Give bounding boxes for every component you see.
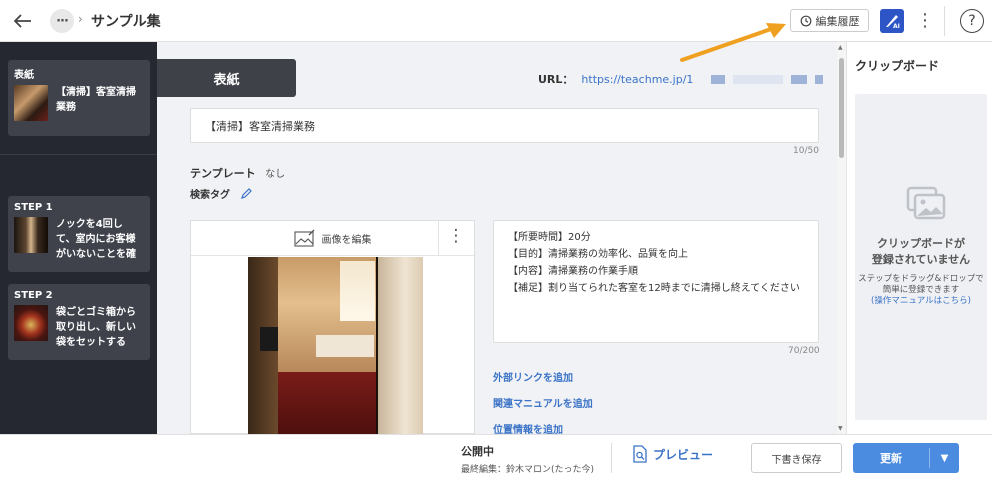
clipboard-hint-line: 簡単に登録できます [882,285,960,295]
redacted-block [815,74,824,84]
image-menu-button[interactable]: ⋮ [446,226,466,246]
help-button[interactable]: ? [960,9,984,33]
template-label: テンプレート [190,167,256,180]
clipboard-panel: クリップボード クリップボードが 登録されていません ステップをドラッグ&ドロッ… [846,42,992,434]
save-draft-label: 下書き保存 [771,454,822,466]
add-location-link[interactable]: 位置情報を追加 [493,421,563,434]
clipboard-empty-line: クリップボードが [877,237,965,250]
step-text-line: て、室内にお客様 [56,234,136,245]
url-link[interactable]: https://teachme.jp/1 [581,73,693,86]
step-thumbnail [14,305,48,341]
image-edit-button[interactable]: 画像を編集 ⋮ [191,221,474,256]
save-draft-button[interactable]: 下書き保存 [751,443,842,473]
cover-thumbnail [14,85,48,121]
edit-history-button[interactable]: 編集履歴 [790,9,869,32]
redacted-block [711,74,726,84]
template-value: なし [265,169,286,180]
caret-down-icon[interactable]: ▼ [930,453,959,464]
edit-history-label: 編集履歴 [815,14,860,28]
step-sidebar: 表紙 【清掃】客室清掃 業務 STEP 1 ノックを4回し て、室内にお客様 が… [0,42,157,434]
step-text-line: 袋ごとゴミ箱から [56,307,136,318]
manual-title-input[interactable]: 【清掃】客室清掃業務 [190,108,819,143]
title-char-counter: 10/50 [793,146,819,156]
image-edit-label: 画像を編集 [321,234,372,246]
scroll-up-arrow[interactable]: ▲ [838,44,843,51]
search-tag-row: 検索タグ [190,186,253,201]
operation-manual-link[interactable]: (操作マニュアルはこちら) [855,296,987,307]
more-horizontal-icon: ··· [56,13,69,29]
ai-icon-label: AI [893,23,900,30]
template-row: テンプレート なし [190,165,285,181]
history-icon [800,15,811,26]
pencil-icon[interactable] [240,187,253,200]
app-header: ··· › サンプル集 編集履歴 AI ⋮ ? [0,0,992,42]
back-button[interactable] [10,8,36,34]
image-edit-icon [293,229,314,247]
annotation-arrow-icon [680,23,786,62]
add-external-link[interactable]: 外部リンクを追加 [493,369,573,384]
step-thumbnail [14,217,48,253]
step-label: STEP 1 [14,202,53,213]
url-label: URL： [538,73,574,86]
cover-text-line: 【清掃】客室清掃 [56,87,136,98]
back-arrow-icon [14,14,31,28]
search-tag-label: 検索タグ [190,190,230,201]
sidebar-item-cover[interactable]: 表紙 【清掃】客室清掃 業務 [8,60,150,136]
cover-image-panel: 画像を編集 ⋮ [190,220,475,434]
preview-label: プレビュー [653,447,714,462]
redacted-block [791,74,808,84]
clipboard-hint-line: ステップをドラッグ&ドロップで [858,274,984,284]
ai-icon: AI [886,15,900,30]
update-button[interactable]: 更新 ▼ [853,443,959,473]
redacted-block [733,74,784,84]
image-placeholder-icon [906,186,946,220]
clipboard-drop-zone[interactable]: クリップボードが 登録されていません ステップをドラッグ&ドロップで 簡単に登録… [855,94,987,420]
page-title: サンプル集 [91,14,161,30]
status-title: 公開中 [461,445,494,458]
preview-button[interactable]: プレビュー [632,445,713,463]
cover-section-tab: 表紙 [157,59,296,97]
scroll-down-arrow[interactable]: ▼ [838,425,843,432]
description-line: 【目的】清掃業務の効率化、品質を向上 [508,249,688,260]
editor-main: 表紙 URL： https://teachme.jp/1 【清掃】客室清掃業務 … [157,42,837,434]
sidebar-item-step-2[interactable]: STEP 2 袋ごとゴミ箱から 取り出し、新しい 袋をセットする [8,284,150,360]
description-line: 【補足】割り当てられた客室を12時までに清掃し終えてください [508,283,800,294]
cover-text-line: 業務 [56,102,76,113]
chevron-right-icon: › [78,12,83,26]
last-edited-text: 最終編集：鈴木マロン(たった今) [461,465,595,475]
step-label: STEP 2 [14,290,53,301]
sidebar-item-step-1[interactable]: STEP 1 ノックを4回し て、室内にお客様 がいないことを確 [8,196,150,272]
scrollbar-thumb[interactable] [839,58,844,158]
step-text-line: ノックを4回し [56,219,123,230]
update-label: 更新 [880,452,902,465]
description-line: 【内容】清掃業務の作業手順 [508,266,638,277]
document-search-icon [633,445,647,463]
step-text-line: 取り出し、新しい [56,322,136,333]
description-line: 【所要時間】20分 [508,232,591,243]
sidebar-item-label: 表紙 [14,70,34,81]
footer-divider [611,443,612,473]
header-divider [944,6,945,36]
breadcrumb-more-button[interactable]: ··· [50,9,74,33]
clipboard-title: クリップボード [855,59,940,73]
publish-status: 公開中 最終編集：鈴木マロン(たった今) [461,443,594,475]
step-text-line: がいないことを確 [56,249,136,260]
manual-title-value: 【清掃】客室清掃業務 [205,119,315,133]
sidebar-divider [0,154,157,155]
kebab-icon: ⋮ [916,10,934,31]
description-textarea[interactable]: 【所要時間】20分 【目的】清掃業務の効率化、品質を向上 【内容】清掃業務の作業… [493,220,819,343]
description-char-counter: 70/200 [788,346,820,356]
editor-footer: 公開中 最終編集：鈴木マロン(たった今) プレビュー 下書き保存 更新 ▼ [0,434,992,480]
toolbar-divider [438,221,439,256]
header-menu-button[interactable]: ⋮ [916,8,934,34]
add-related-manual-link[interactable]: 関連マニュアルを追加 [493,395,593,410]
cover-photo [248,257,423,434]
ai-button[interactable]: AI [880,9,904,33]
clipboard-empty-line: 登録されていません [871,253,971,266]
url-row: URL： https://teachme.jp/1 [538,71,824,87]
help-icon: ? [968,13,976,29]
step-text-line: 袋をセットする [56,337,126,348]
